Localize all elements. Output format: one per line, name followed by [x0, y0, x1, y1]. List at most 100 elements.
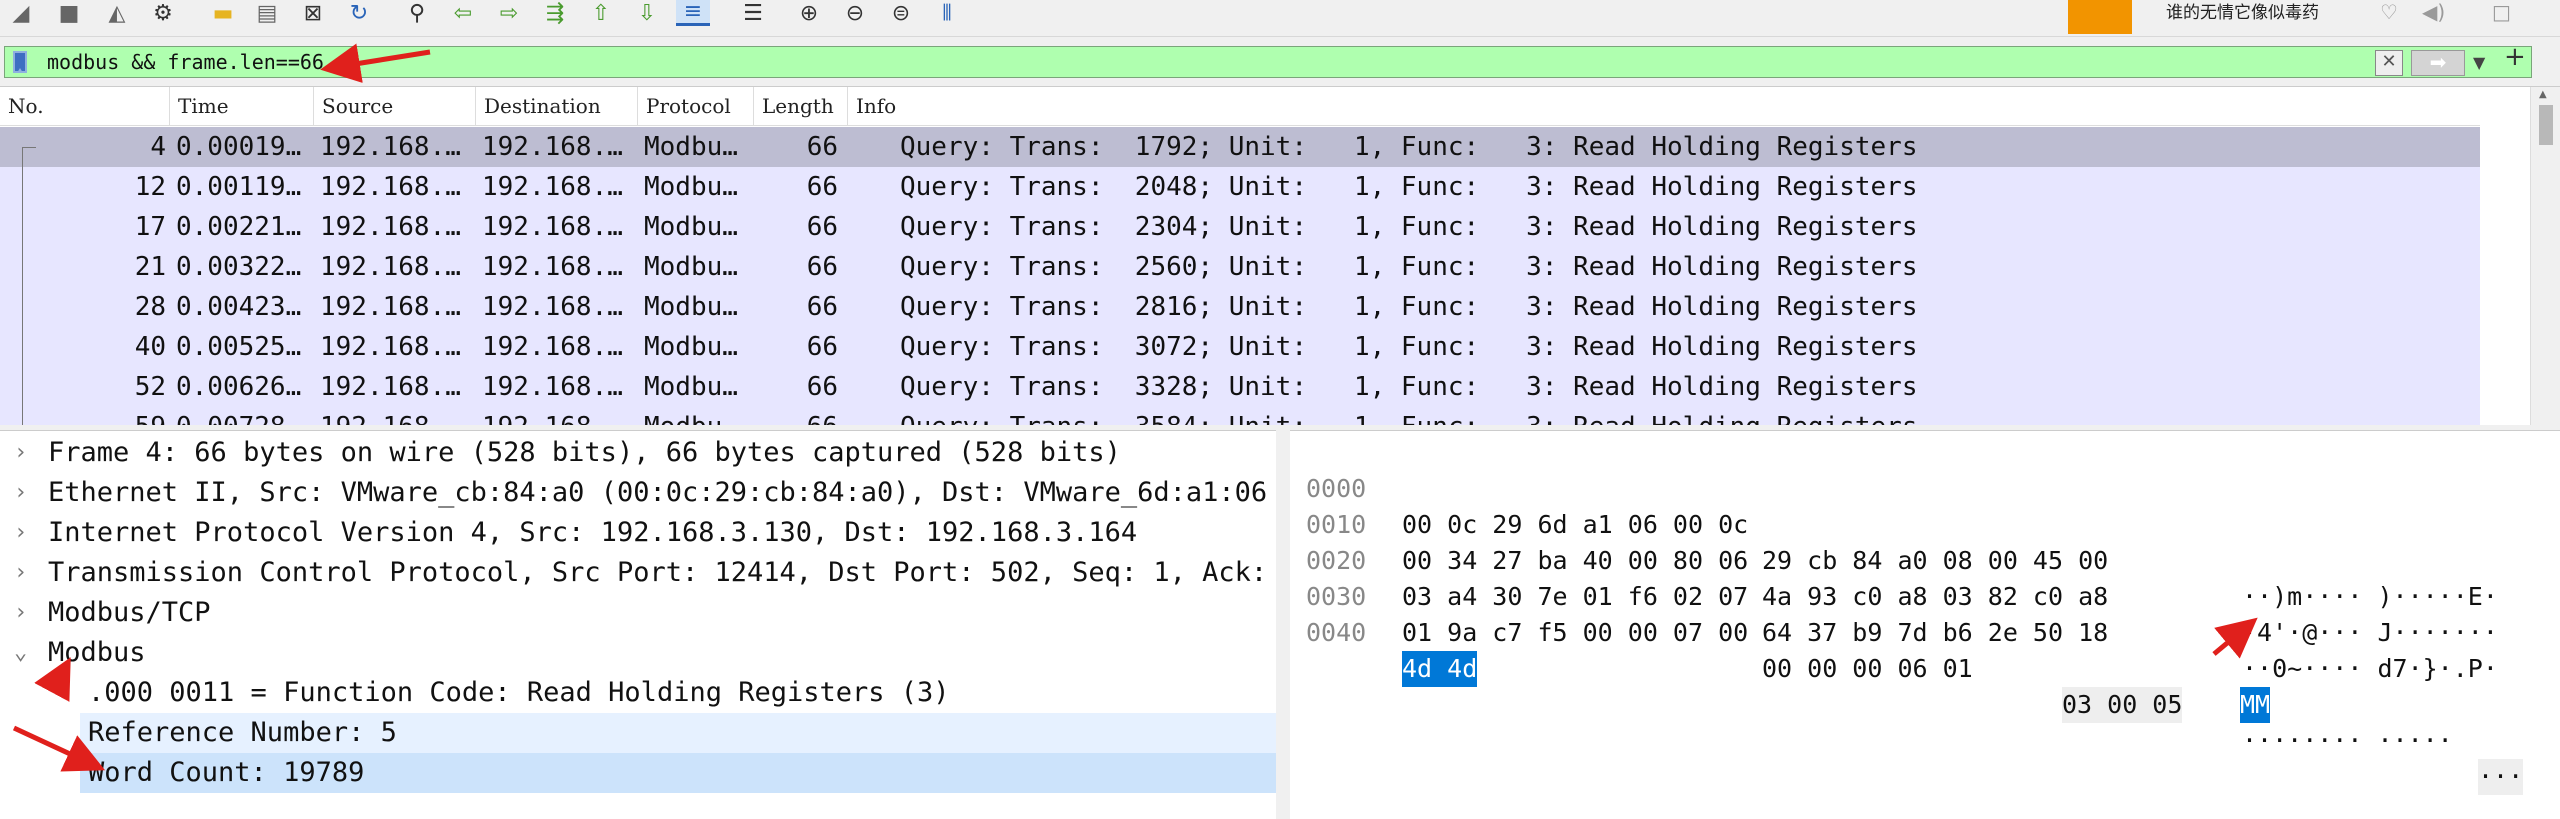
- window-close-icon[interactable]: □: [2492, 0, 2511, 24]
- packet-length: 66: [806, 132, 838, 162]
- packet-source: 192.168.…: [320, 372, 461, 402]
- tree-item-label: Modbus/TCP: [48, 597, 211, 628]
- options-gear-icon[interactable]: ⚙: [146, 0, 180, 26]
- bytes-ascii-modbus[interactable]: ···: [2478, 759, 2524, 795]
- tree-item-label: Modbus: [48, 637, 146, 668]
- auto-scroll-icon[interactable]: ≡: [676, 0, 710, 26]
- tree-field-reference-number[interactable]: Reference Number: 5: [80, 713, 1276, 753]
- close-file-icon[interactable]: ⊠: [296, 0, 330, 26]
- column-header-length[interactable]: Length: [754, 87, 848, 125]
- chevron-right-icon[interactable]: ›: [14, 513, 27, 553]
- tree-item-label: Ethernet II, Src: VMware_cb:84:a0 (00:0c…: [48, 477, 1268, 508]
- chevron-right-icon[interactable]: ›: [14, 553, 27, 593]
- resize-columns-icon[interactable]: ⫴: [930, 0, 964, 26]
- column-header-time[interactable]: Time: [170, 87, 314, 125]
- bytes-ascii[interactable]: ·4'·@··· J·······: [2242, 615, 2498, 651]
- external-media-title: 谁的无情它像似毒药: [2166, 3, 2319, 23]
- packet-time: 0.00119…: [176, 172, 302, 202]
- conversation-tree-line: [22, 147, 24, 425]
- bytes-hex-selected[interactable]: 4d 4d: [1402, 651, 1478, 687]
- packet-row[interactable]: 21 0.00322… 192.168.… 192.168.… Modbu… 6…: [0, 247, 2480, 287]
- tree-field-label: .000 0011 = Function Code: Read Holding …: [88, 677, 950, 708]
- stop-icon[interactable]: ■: [52, 0, 86, 26]
- reload-icon[interactable]: ↻: [342, 0, 376, 26]
- add-filter-button-icon[interactable]: +: [2504, 44, 2526, 70]
- chevron-right-icon[interactable]: ›: [14, 433, 27, 473]
- packet-row[interactable]: 40 0.00525… 192.168.… 192.168.… Modbu… 6…: [0, 327, 2480, 367]
- bytes-hex-b[interactable]: 64 37 b9 7d b6 2e 50 18: [1762, 615, 2108, 651]
- restart-icon[interactable]: ◭: [100, 0, 134, 26]
- volume-icon[interactable]: ◀): [2422, 0, 2445, 24]
- tree-field-function-code[interactable]: .000 0011 = Function Code: Read Holding …: [0, 673, 1276, 713]
- chevron-right-icon[interactable]: ›: [14, 593, 27, 633]
- packet-protocol: Modbu…: [644, 172, 738, 202]
- go-back-icon[interactable]: ⇦: [446, 0, 480, 26]
- column-header-protocol[interactable]: Protocol: [638, 87, 754, 125]
- packet-info: Query: Trans: 1792; Unit: 1, Func: 3: Re…: [900, 132, 1918, 162]
- normal-size-icon[interactable]: ⊜: [884, 0, 918, 26]
- clear-filter-icon[interactable]: ✕: [2375, 50, 2403, 76]
- packet-length: 66: [754, 407, 838, 425]
- tree-item-tcp[interactable]: › Transmission Control Protocol, Src Por…: [0, 553, 1276, 593]
- go-forward-icon[interactable]: ⇨: [492, 0, 526, 26]
- column-header-no[interactable]: No.: [0, 87, 170, 125]
- tree-item-ethernet[interactable]: › Ethernet II, Src: VMware_cb:84:a0 (00:…: [0, 473, 1276, 513]
- go-to-packet-icon[interactable]: ⇶: [538, 0, 572, 26]
- packet-list-scrollbar[interactable]: ▲: [2530, 87, 2560, 425]
- column-header-destination[interactable]: Destination: [476, 87, 638, 125]
- zoom-out-icon[interactable]: ⊖: [838, 0, 872, 26]
- display-filter-bar: modbus && frame.len==66 ✕ ➡ ▼ +: [0, 40, 2560, 84]
- tree-item-frame[interactable]: › Frame 4: 66 bytes on wire (528 bits), …: [0, 433, 1276, 473]
- shark-fin-start-icon[interactable]: ◢: [4, 0, 38, 26]
- chevron-down-icon[interactable]: ⌄: [14, 633, 27, 673]
- packet-info: Query: Trans: 2816; Unit: 1, Func: 3: Re…: [900, 292, 1918, 322]
- heart-icon[interactable]: ♡: [2380, 0, 2398, 24]
- packet-destination: 192.168.…: [482, 372, 623, 402]
- column-header-info[interactable]: Info: [848, 87, 2480, 125]
- tree-item-modbus[interactable]: ⌄ Modbus: [0, 633, 1276, 673]
- bytes-hex-b[interactable]: 00 00 00 06 01: [1762, 651, 1973, 687]
- packet-time: 0.00019…: [176, 132, 302, 162]
- bytes-hex-modbus[interactable]: 03 00 05: [2062, 687, 2183, 723]
- packet-row[interactable]: 28 0.00423… 192.168.… 192.168.… Modbu… 6…: [0, 287, 2480, 327]
- bytes-ascii-selected[interactable]: MM: [2240, 687, 2271, 723]
- bytes-hex-a[interactable]: 01 9a c7 f5 00 00 07 00: [1402, 615, 1748, 651]
- packet-row[interactable]: 59 0.00728… 192.168.… 192.168.… Modbu… 6…: [0, 407, 2480, 425]
- packet-no: 40: [134, 332, 166, 362]
- packet-source: 192.168.…: [320, 252, 461, 282]
- tree-item-modbus-tcp[interactable]: › Modbus/TCP: [0, 593, 1276, 633]
- chevron-right-icon[interactable]: ›: [14, 473, 27, 513]
- display-filter-input-box[interactable]: modbus && frame.len==66 ✕ ➡ ▼: [4, 46, 2532, 78]
- packet-row[interactable]: 12 0.00119… 192.168.… 192.168.… Modbu… 6…: [0, 167, 2480, 207]
- bytes-ascii[interactable]: ··0~···· d7·}·.P·: [2242, 651, 2498, 687]
- packet-info: Query: Trans: 2048; Unit: 1, Func: 3: Re…: [900, 172, 1918, 202]
- packet-time: 0.00626…: [176, 372, 302, 402]
- zoom-in-icon[interactable]: ⊕: [792, 0, 826, 26]
- scrollbar-thumb[interactable]: [2539, 105, 2553, 145]
- packet-destination: 192.168.…: [482, 172, 623, 202]
- go-first-icon[interactable]: ⇧: [584, 0, 618, 26]
- tree-field-word-count[interactable]: Word Count: 19789: [80, 753, 1276, 793]
- packet-row[interactable]: 17 0.00221… 192.168.… 192.168.… Modbu… 6…: [0, 207, 2480, 247]
- open-folder-icon[interactable]: ▬: [206, 0, 240, 26]
- colorize-icon[interactable]: ☰: [736, 0, 770, 26]
- packet-info: Query: Trans: 2304; Unit: 1, Func: 3: Re…: [900, 212, 1918, 242]
- go-last-icon[interactable]: ⇩: [630, 0, 664, 26]
- pane-splitter[interactable]: [1276, 430, 1290, 818]
- tree-item-ipv4[interactable]: › Internet Protocol Version 4, Src: 192.…: [0, 513, 1276, 553]
- packet-time: 0.00423…: [176, 292, 302, 322]
- filter-history-dropdown-icon[interactable]: ▼: [2473, 53, 2485, 72]
- bytes-row: 0030 01 9a c7 f5 00 00 07 00 00 00 00 06…: [1290, 543, 2560, 795]
- column-header-source[interactable]: Source: [314, 87, 476, 125]
- find-packet-icon[interactable]: ⚲: [400, 0, 434, 26]
- scroll-up-icon[interactable]: ▲: [2539, 89, 2547, 100]
- bytes-offset: 0040: [1306, 618, 1367, 647]
- bytes-ascii[interactable]: ········ ·····: [2242, 723, 2453, 759]
- filter-bookmark-icon[interactable]: [13, 51, 27, 73]
- packet-time: 0.00322…: [176, 252, 302, 282]
- packet-row[interactable]: 52 0.00626… 192.168.… 192.168.… Modbu… 6…: [0, 367, 2480, 407]
- packet-row[interactable]: 4 0.00019… 192.168.… 192.168.… Modbu… 66…: [0, 127, 2480, 167]
- apply-filter-icon[interactable]: ➡: [2411, 50, 2465, 76]
- display-filter-input[interactable]: modbus && frame.len==66: [47, 50, 324, 74]
- save-file-icon[interactable]: ▤: [250, 0, 284, 26]
